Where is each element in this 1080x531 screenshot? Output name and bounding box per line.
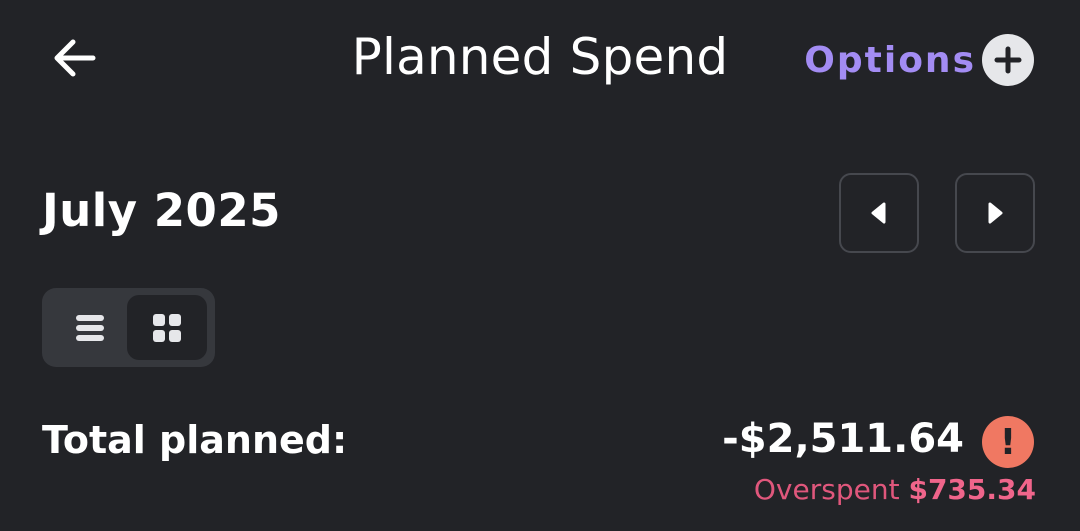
grid-view-button[interactable] (127, 295, 207, 360)
options-button[interactable]: Options (804, 34, 1034, 86)
grid-icon (153, 313, 181, 342)
total-planned-label: Total planned: (42, 418, 348, 462)
options-label: Options (804, 39, 976, 81)
caret-right-icon (988, 202, 1003, 224)
plus-circle-icon (982, 34, 1034, 86)
overspent-label: Overspent (753, 473, 900, 506)
back-button[interactable] (46, 30, 102, 86)
exclamation-icon[interactable]: ! (982, 416, 1034, 468)
view-toggle (42, 288, 215, 367)
previous-month-button[interactable] (839, 173, 919, 253)
total-planned-amount: -$2,511.64 (722, 416, 964, 462)
caret-left-icon (871, 202, 886, 224)
next-month-button[interactable] (955, 173, 1035, 253)
planned-spend-screen: Planned Spend Options July 2025 Total pl… (0, 0, 1080, 531)
overspent-amount: $735.34 (908, 473, 1036, 506)
arrow-left-icon (54, 39, 96, 77)
month-label: July 2025 (42, 184, 281, 237)
list-icon (76, 314, 104, 341)
list-view-button[interactable] (50, 295, 130, 360)
alert-symbol: ! (999, 421, 1017, 463)
overspent-line: Overspent $735.34 (754, 473, 1036, 506)
